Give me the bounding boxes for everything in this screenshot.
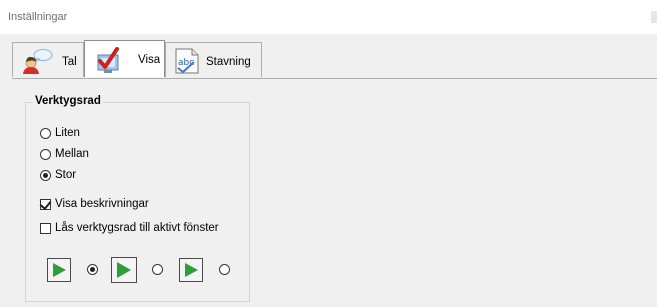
play-icon[interactable] [179,258,203,282]
play-icon[interactable] [47,258,71,282]
person-speech-bubble-icon [21,48,53,77]
title-bar-control[interactable] [651,11,657,23]
tab-label: Stavning [206,56,251,68]
tab-label: Tal [62,56,77,68]
radio-label-liten[interactable]: Liten [55,127,80,139]
radio-label-stor[interactable]: Stor [55,169,76,181]
radio-size-mellan[interactable] [40,149,51,160]
tab-content-border [12,78,657,79]
play-icon[interactable] [111,257,137,283]
radio-icon-style-1[interactable] [87,264,98,275]
tab-stavning[interactable]: abc Stavning [165,42,262,77]
groupbox-title: Verktygsrad [33,95,103,107]
checkbox-label-show-descriptions[interactable]: Visa beskrivningar [55,198,149,210]
title-bar: Inställningar [0,0,657,34]
radio-icon-style-3[interactable] [219,264,230,275]
radio-icon-style-2[interactable] [152,264,163,275]
checkbox-label-lock-toolbar[interactable]: Lås verktygsrad till aktivt fönster [55,222,219,234]
tab-label: Visa [138,54,161,66]
radio-label-mellan[interactable]: Mellan [55,148,89,160]
checkmark-document-icon [93,47,123,78]
checkbox-show-descriptions[interactable] [40,199,51,210]
tab-visa[interactable]: Visa [84,40,165,77]
abc-spelling-icon: abc [172,47,202,78]
radio-size-stor[interactable] [40,170,51,181]
radio-size-liten[interactable] [40,128,51,139]
window-title: Inställningar [8,11,68,23]
tab-tal[interactable]: Tal [12,42,84,77]
checkbox-lock-toolbar[interactable] [40,223,51,234]
